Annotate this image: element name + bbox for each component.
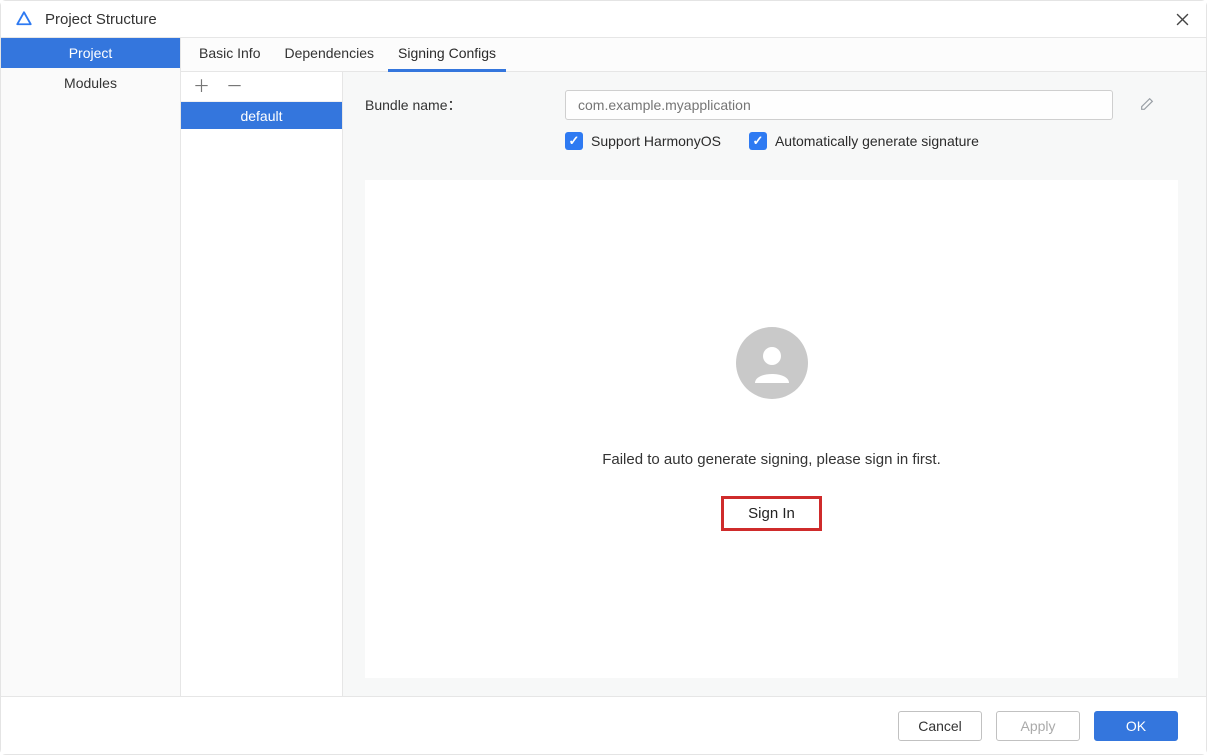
cancel-button[interactable]: Cancel: [898, 711, 982, 741]
avatar: [736, 327, 808, 399]
edit-icon[interactable]: [1139, 96, 1155, 115]
tab-basic-info[interactable]: Basic Info: [189, 38, 270, 72]
config-panel: Bundle name： ✓ Support HarmonyOS ✓ Autom…: [343, 72, 1206, 696]
tab-label: Dependencies: [284, 45, 374, 61]
sidebar-item-modules[interactable]: Modules: [1, 68, 180, 98]
ok-button[interactable]: OK: [1094, 711, 1178, 741]
window-title: Project Structure: [45, 11, 157, 28]
dialog-footer: Cancel Apply OK: [1, 696, 1206, 754]
bundle-name-input[interactable]: [565, 90, 1113, 120]
support-harmonyos-checkbox[interactable]: ✓ Support HarmonyOS: [565, 132, 721, 150]
titlebar: Project Structure: [1, 1, 1206, 38]
sidebar: Project Modules: [1, 38, 181, 696]
checkbox-label: Support HarmonyOS: [591, 133, 721, 149]
signin-card: Failed to auto generate signing, please …: [365, 180, 1178, 678]
config-item-label: default: [240, 108, 282, 124]
auto-generate-signature-checkbox[interactable]: ✓ Automatically generate signature: [749, 132, 979, 150]
tab-signing-configs[interactable]: Signing Configs: [388, 38, 506, 72]
remove-config-icon[interactable]: －: [226, 78, 243, 95]
signin-message: Failed to auto generate signing, please …: [602, 451, 941, 468]
checkmark-icon: ✓: [565, 132, 583, 150]
checkmark-icon: ✓: [749, 132, 767, 150]
sidebar-item-project[interactable]: Project: [1, 38, 180, 68]
tab-label: Signing Configs: [398, 45, 496, 61]
sign-in-button[interactable]: Sign In: [721, 496, 822, 531]
app-icon: [15, 10, 33, 28]
checkbox-label: Automatically generate signature: [775, 133, 979, 149]
close-icon[interactable]: [1168, 5, 1196, 33]
add-config-icon[interactable]: ＋: [193, 78, 210, 95]
bundle-name-label: Bundle name：: [365, 95, 565, 115]
apply-button[interactable]: Apply: [996, 711, 1080, 741]
config-toolbar: ＋ －: [181, 72, 342, 102]
tab-label: Basic Info: [199, 45, 260, 61]
config-item-default[interactable]: default: [181, 102, 342, 129]
sidebar-item-label: Project: [69, 45, 113, 61]
sidebar-item-label: Modules: [64, 75, 117, 91]
tabs: Basic Info Dependencies Signing Configs: [181, 38, 1206, 72]
tab-dependencies[interactable]: Dependencies: [274, 38, 384, 72]
config-list: ＋ － default: [181, 72, 343, 696]
